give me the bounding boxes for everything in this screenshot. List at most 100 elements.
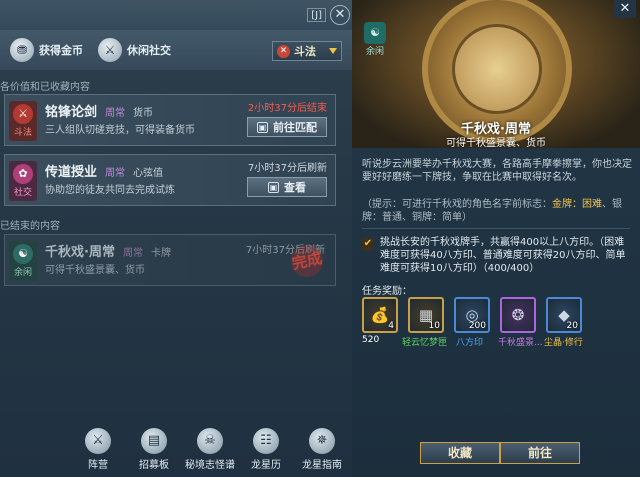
category-label: 余闲 [365,47,384,57]
tab-label: 获得金币 [39,44,83,57]
coin-bag-icon: 💰 [370,306,390,324]
period-tag: 周常 [105,168,126,179]
signboard-icon: ▤ [141,428,167,454]
task-text: 挑战长安的千秋戏牌手，共赢得400以上八方印。（困难难度可获得40八方印、普通难… [380,237,626,274]
nav-dragon-guide[interactable]: ✵ 龙星指南 [296,428,348,471]
bottom-nav: ⚔ 阵营 ▤ 招募板 ☠ 秘境志怪谱 ☷ 龙星历 ✵ 龙星指南 [70,428,352,477]
reward-tag: 卡牌 [150,248,171,259]
reward-qty: 10 [428,321,440,331]
treasure-bag-icon: ❂ [511,306,525,324]
emblem-center [452,24,542,114]
tab-casual-social[interactable]: ⚔ 休闲社交 [98,36,171,64]
collect-button[interactable]: 收藏 [420,442,500,464]
nav-label: 秘境志怪谱 [185,460,235,471]
go-button[interactable]: 前往 [500,442,580,464]
calendar-icon: ☷ [253,428,279,454]
activity-card[interactable]: ✿ 社交 传道授业 周常 心弦值 协助您的徒友共同去完成试炼 7小时37分后刷新… [4,154,336,206]
activity-detail-panel: ✕ ☯ 余闲 千秋戏·周常 可得千秋盛景囊、货币 听说步云洲要举办千秋戏大赛，各… [352,0,640,477]
category-badge: ✿ 社交 [9,161,37,201]
crossed-swords-icon: ⚔ [98,38,122,62]
hint-text: ） [462,212,472,223]
title-text: 传道授业 [45,165,98,180]
nav-label: 招募板 [139,460,169,471]
reward-tag: 心弦值 [133,168,164,179]
reward-item[interactable]: ◎ 200 [454,297,490,333]
nav-recruit-board[interactable]: ▤ 招募板 [128,428,180,471]
monster-icon: ☠ [197,428,223,454]
period-tag: 周常 [122,248,143,259]
divider [362,228,630,229]
category-tag: ☯ 余闲 [360,22,390,58]
view-button[interactable]: ▣ 查看 [247,177,327,197]
leisure-icon: ☯ [13,244,33,264]
section-header-ended: 已结束的内容 [0,221,60,232]
social-icon: ✿ [13,164,33,184]
compass-icon: ✵ [309,428,335,454]
close-icon[interactable]: ✕ [614,0,636,18]
gift-icon: ▣ [268,181,279,193]
reward-name: 八方印 [456,338,484,348]
card-timer: 2小时37分后结束 [247,103,327,114]
duel-icon: ⚔ [13,104,33,124]
nav-dragon-calendar[interactable]: ☷ 龙星历 [240,428,292,471]
reward-list: 💰 4 520 ▦ 10 轻云忆梦匣 ◎ 200 八方印 ❂ 千秋盛景... ◆… [362,297,634,353]
section-header-value: 各价值和已收藏内容 [0,82,90,93]
card-title: 传道授业 周常 心弦值 [45,161,163,180]
hint-text: （提示：可进行千秋戏的角色名字前标志： [362,199,552,210]
reward-qty: 4 [388,321,394,331]
nav-label: 阵营 [88,460,108,471]
title-text: 铭锋论剑 [45,105,98,120]
duel-icon: ✕ [277,44,290,58]
title-text: 千秋戏·周常 [45,245,115,260]
reward-tag: 货币 [133,108,154,119]
reward-item[interactable]: ▦ 10 [408,297,444,333]
card-description: 可得千秋盛景囊、货币 [45,265,145,276]
reward-name: 千秋盛景... [498,338,543,348]
activity-subtitle: 可得千秋盛景囊、货币 [446,138,546,149]
go-match-button[interactable]: ▣ 前往匹配 [247,117,327,137]
tab-earn-coins[interactable]: ⛃ 获得金币 [10,36,83,64]
panel-header: [J] ✕ [0,0,352,30]
reward-name: 520 [362,335,380,345]
activity-hint: （提示：可进行千秋戏的角色名字前标志：金牌：困难、银牌：普通、铜牌：简单） [362,199,622,223]
close-icon[interactable]: ✕ [330,5,350,25]
reward-name: 尘晶·修行 [544,338,583,348]
card-description: 三人组队切磋竞技，可得装备货币 [45,125,195,136]
activity-card[interactable]: ☯ 余闲 千秋戏·周常 周常 卡牌 可得千秋盛景囊、货币 7小时37分后刷新 完… [4,234,336,286]
nav-tabs: ⛃ 获得金币 ⚔ 休闲社交 ✕ 斗法 [0,30,352,70]
chevron-down-icon [329,48,337,54]
button-label: 前往匹配 [273,121,317,134]
nav-label: 龙星指南 [302,460,342,471]
activity-story: 听说步云洲要举办千秋戏大赛，各路高手摩拳擦掌，你也决定要好好磨练一下牌技，争取在… [362,159,632,183]
card-timer: 7小时37分后刷新 [247,163,327,174]
tab-label: 休闲社交 [127,44,171,57]
gift-icon: ▣ [257,121,268,133]
activity-card[interactable]: ⚔ 斗法 铭锋论剑 周常 货币 三人组队切磋竞技，可得装备货币 2小时37分后结… [4,94,336,146]
period-tag: 周常 [105,108,126,119]
coin-icon: ⛃ [10,38,34,62]
nav-monster-codex[interactable]: ☠ 秘境志怪谱 [184,428,236,471]
reward-item[interactable]: ❂ [500,297,536,333]
hotkey-hint: [J] [307,8,326,22]
activity-list-panel: [J] ✕ ⛃ 获得金币 ⚔ 休闲社交 ✕ 斗法 各价值和已收藏内容 ⚔ 斗法 … [0,0,352,477]
checkmark-icon: ✔ [362,238,374,250]
card-description: 协助您的徒友共同去完成试炼 [45,185,175,196]
reward-item[interactable]: ◆ 20 [546,297,582,333]
category-filter-dropdown[interactable]: ✕ 斗法 [272,41,342,61]
badge-label: 余闲 [13,268,32,278]
reward-item[interactable]: 💰 4 [362,297,398,333]
badge-label: 社交 [13,188,32,198]
card-title: 千秋戏·周常 周常 卡牌 [45,241,171,260]
task-objective: ✔ 挑战长安的千秋戏牌手，共赢得400以上八方印。（困难难度可获得40八方印、普… [362,236,634,275]
hint-gold: 金牌：困难 [552,199,602,210]
faction-icon: ⚔ [85,428,111,454]
nav-faction[interactable]: ⚔ 阵营 [72,428,124,471]
category-badge: ☯ 余闲 [9,241,37,281]
badge-label: 斗法 [13,128,32,138]
leisure-icon: ☯ [364,22,386,44]
card-title: 铭锋论剑 周常 货币 [45,101,153,120]
hint-bronze: 铜牌：简单 [412,212,462,223]
reward-name: 轻云忆梦匣 [402,338,448,348]
reward-qty: 200 [468,321,486,331]
reward-qty: 20 [566,321,578,331]
